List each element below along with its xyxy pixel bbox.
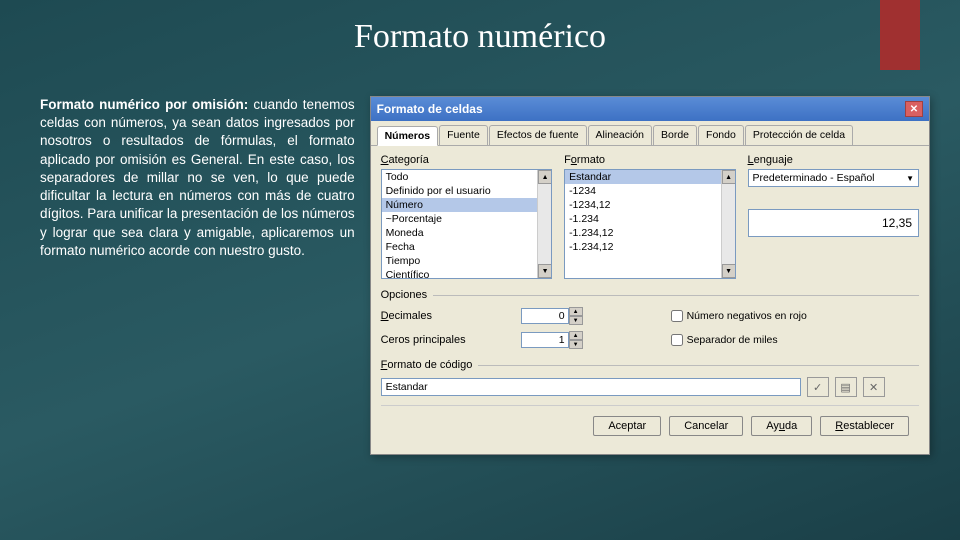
tab-efectos-de-fuente[interactable]: Efectos de fuente — [489, 125, 587, 145]
list-item[interactable]: -1.234,12 — [565, 226, 734, 240]
note-icon[interactable]: ▤ — [835, 377, 857, 397]
list-item[interactable]: -1234,12 — [565, 198, 734, 212]
lenguaje-dropdown[interactable]: Predeterminado - Español ▼ — [748, 169, 919, 187]
desc-bold: Formato numérico por omisión: — [40, 97, 248, 112]
spin-up-icon[interactable]: ▲ — [569, 307, 583, 316]
check-icon[interactable]: ✓ — [807, 377, 829, 397]
codigo-input[interactable]: Estandar — [381, 378, 801, 396]
spin-down-icon[interactable]: ▼ — [569, 316, 583, 325]
delete-icon[interactable]: ✕ — [863, 377, 885, 397]
tab-números[interactable]: Números — [377, 126, 439, 146]
categoria-label: Categoría — [381, 154, 552, 166]
restablecer-button[interactable]: Restablecer — [820, 416, 909, 436]
list-item[interactable]: -1.234 — [565, 212, 734, 226]
close-icon[interactable]: ✕ — [905, 101, 923, 117]
formato-label: Formato — [564, 154, 735, 166]
list-item[interactable]: Moneda — [382, 226, 551, 240]
neg-rojo-checkbox[interactable]: Número negativos en rojo — [671, 310, 807, 322]
list-item[interactable]: ~Porcentaje — [382, 212, 551, 226]
ceros-label: Ceros principales — [381, 334, 511, 346]
list-item[interactable]: Tiempo — [382, 254, 551, 268]
list-item[interactable]: Científico — [382, 268, 551, 279]
formato-listbox[interactable]: Estandar-1234-1234,12-1.234-1.234,12-1.2… — [564, 169, 735, 279]
list-item[interactable]: Definido por el usuario — [382, 184, 551, 198]
dialog-title: Formato de celdas — [377, 102, 483, 116]
tab-alineación[interactable]: Alineación — [588, 125, 652, 145]
decimales-spinner[interactable]: ▲ ▼ — [521, 307, 591, 325]
desc-body: cuando tenemos celdas con números, ya se… — [40, 97, 355, 258]
dialog-footer: Aceptar Cancelar Ayuda Restablecer — [381, 405, 919, 446]
preview-box: 12,35 — [748, 209, 919, 237]
list-item[interactable]: -1.234,12 — [565, 240, 734, 254]
chevron-down-icon: ▼ — [906, 174, 914, 183]
tab-borde[interactable]: Borde — [653, 125, 697, 145]
scroll-up-icon[interactable]: ▲ — [538, 170, 552, 184]
decimales-label: Decimales — [381, 310, 511, 322]
tab-fondo[interactable]: Fondo — [698, 125, 744, 145]
spin-down-icon[interactable]: ▼ — [569, 340, 583, 349]
categoria-listbox[interactable]: TodoDefinido por el usuarioNúmero~Porcen… — [381, 169, 552, 279]
aceptar-button[interactable]: Aceptar — [593, 416, 661, 436]
scroll-down-icon[interactable]: ▼ — [538, 264, 552, 278]
cancelar-button[interactable]: Cancelar — [669, 416, 743, 436]
lenguaje-value: Predeterminado - Español — [753, 172, 875, 184]
list-item[interactable]: -1234 — [565, 184, 734, 198]
lenguaje-label: Lenguaje — [748, 154, 919, 166]
ceros-spinner[interactable]: ▲ ▼ — [521, 331, 591, 349]
opciones-header: Opciones — [381, 289, 919, 301]
tab-protección-de-celda[interactable]: Protección de celda — [745, 125, 853, 145]
scrollbar[interactable]: ▲ ▼ — [721, 170, 735, 278]
ceros-input[interactable] — [521, 332, 569, 348]
list-item[interactable]: Todo — [382, 170, 551, 184]
sep-miles-checkbox[interactable]: Separador de miles — [671, 334, 778, 346]
ayuda-button[interactable]: Ayuda — [751, 416, 812, 436]
dialog-titlebar[interactable]: Formato de celdas ✕ — [371, 97, 929, 121]
list-item[interactable]: Número — [382, 198, 551, 212]
tab-strip: NúmerosFuenteEfectos de fuenteAlineación… — [371, 121, 929, 146]
scrollbar[interactable]: ▲ ▼ — [537, 170, 551, 278]
list-item[interactable]: Estandar — [565, 170, 734, 184]
scroll-down-icon[interactable]: ▼ — [722, 264, 736, 278]
decimales-input[interactable] — [521, 308, 569, 324]
spin-up-icon[interactable]: ▲ — [569, 331, 583, 340]
accent-bar — [880, 0, 920, 70]
codigo-header: Formato de código — [381, 359, 919, 371]
format-cells-dialog: Formato de celdas ✕ NúmerosFuenteEfectos… — [370, 96, 930, 455]
scroll-up-icon[interactable]: ▲ — [722, 170, 736, 184]
slide-title: Formato numérico — [0, 0, 960, 56]
tab-fuente[interactable]: Fuente — [439, 125, 488, 145]
description-text: Formato numérico por omisión: cuando ten… — [40, 96, 355, 455]
list-item[interactable]: Fecha — [382, 240, 551, 254]
